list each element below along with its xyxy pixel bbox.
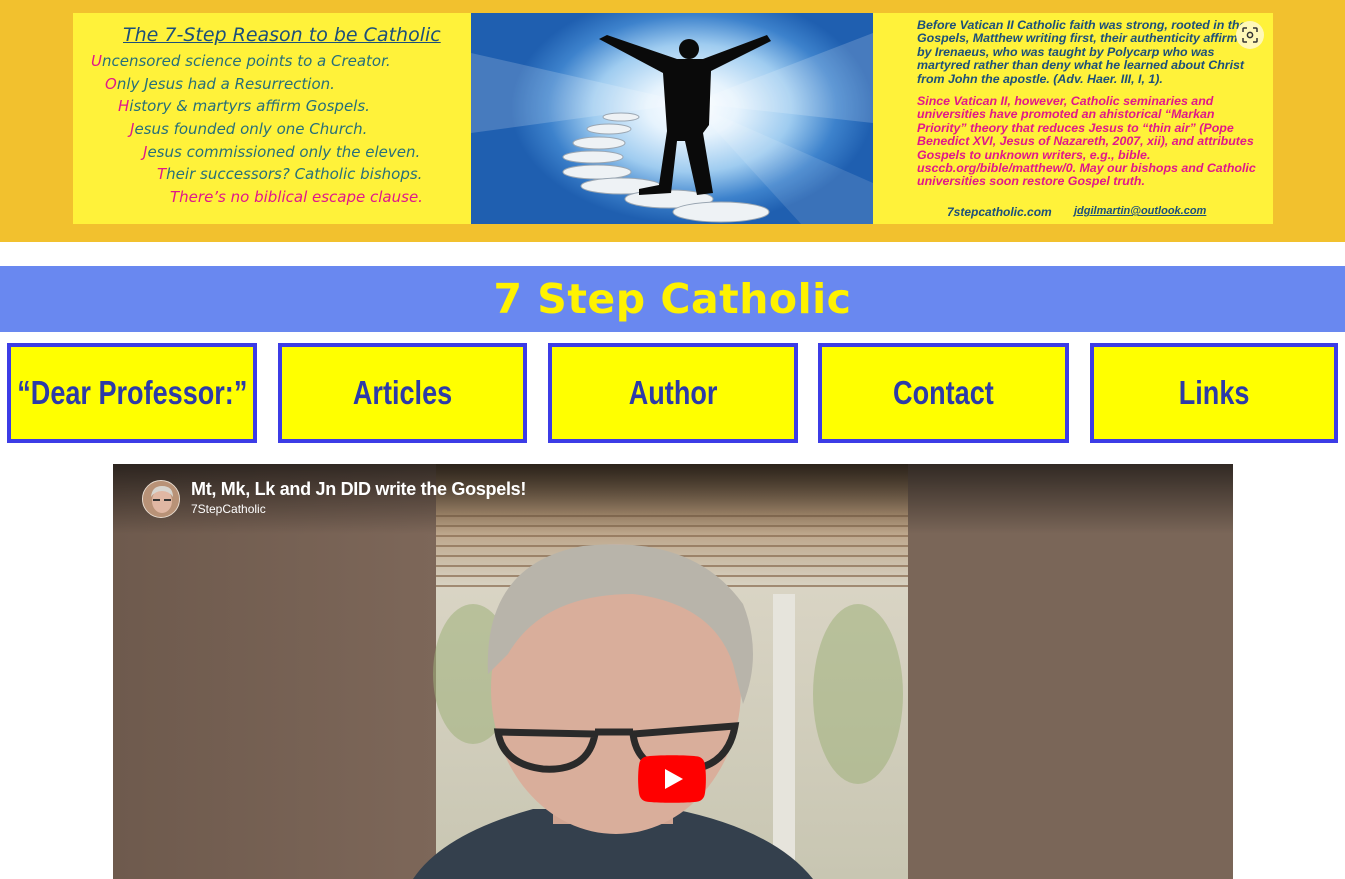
site-title-bar: 7 Step Catholic <box>0 266 1345 332</box>
step-initial: H <box>118 97 130 115</box>
step-text: ncensored science points to a Creator. <box>101 52 391 70</box>
nav-button-articles[interactable]: Articles <box>278 343 527 443</box>
banner-step: History & martyrs affirm Gospels. <box>118 97 370 115</box>
play-button-icon <box>638 755 706 803</box>
nav-label: Contact <box>893 374 994 411</box>
channel-avatar[interactable] <box>142 480 180 518</box>
banner-step: Uncensored science points to a Creator. <box>91 52 391 70</box>
step-text: istory & martyrs affirm Gospels. <box>129 97 370 115</box>
youtube-video-embed[interactable]: Mt, Mk, Lk and Jn DID write the Gospels!… <box>113 464 1233 879</box>
nav-button-contact[interactable]: Contact <box>818 343 1069 443</box>
youtube-play-icon[interactable] <box>638 755 706 803</box>
nav-label: Links <box>1178 374 1250 411</box>
banner-site-url: 7stepcatholic.com <box>947 205 1052 219</box>
site-title: 7 Step Catholic <box>493 275 852 323</box>
banner-left-panel: The 7-Step Reason to be Catholic Uncenso… <box>73 13 471 224</box>
banner-title: The 7-Step Reason to be Catholic <box>123 24 441 46</box>
step-initial: O <box>105 75 117 93</box>
step-text: esus founded only one Church. <box>134 120 368 138</box>
nav-button-author[interactable]: Author <box>548 343 798 443</box>
banner-step: Jesus commissioned only the eleven. <box>143 143 420 161</box>
banner-paragraph-history: Before Vatican II Catholic faith was str… <box>917 18 1253 86</box>
nav-label: Author <box>628 374 718 411</box>
nav-button-links[interactable]: Links <box>1090 343 1338 443</box>
nav-label: Articles <box>352 374 453 411</box>
banner-step: Jesus founded only one Church. <box>130 120 367 138</box>
step-text: esus commissioned only the eleven. <box>147 143 421 161</box>
step-initial: U <box>91 52 102 70</box>
nav-button-dear-professor[interactable]: “Dear Professor:” <box>7 343 257 443</box>
stairway-figure-graphic <box>471 33 873 224</box>
banner-paragraph-vatican: Since Vatican II, however, Catholic semi… <box>917 94 1256 189</box>
banner-closing: There’s no biblical escape clause. <box>170 188 423 206</box>
banner-step: Only Jesus had a Resurrection. <box>105 75 335 93</box>
header-banner-image: The 7-Step Reason to be Catholic Uncenso… <box>73 13 1273 224</box>
step-text: nly Jesus had a Resurrection. <box>116 75 335 93</box>
channel-avatar-icon <box>143 481 179 517</box>
step-text: heir successors? Catholic bishops. <box>166 165 423 183</box>
lens-glyph-icon <box>1242 27 1258 43</box>
video-channel-name[interactable]: 7StepCatholic <box>191 502 266 516</box>
nav-label: “Dear Professor:” <box>16 374 248 411</box>
risen-figure-illustration <box>471 13 873 224</box>
video-title[interactable]: Mt, Mk, Lk and Jn DID write the Gospels! <box>191 479 526 500</box>
banner-email-link: jdgilmartin@outlook.com <box>1074 205 1207 217</box>
step-initial: T <box>157 165 167 183</box>
lens-search-icon[interactable] <box>1236 21 1264 49</box>
video-title-overlay: Mt, Mk, Lk and Jn DID write the Gospels!… <box>113 464 1233 534</box>
banner-step: Their successors? Catholic bishops. <box>157 165 422 183</box>
banner-strip: The 7-Step Reason to be Catholic Uncenso… <box>0 0 1345 242</box>
banner-right-panel: Before Vatican II Catholic faith was str… <box>873 13 1273 224</box>
